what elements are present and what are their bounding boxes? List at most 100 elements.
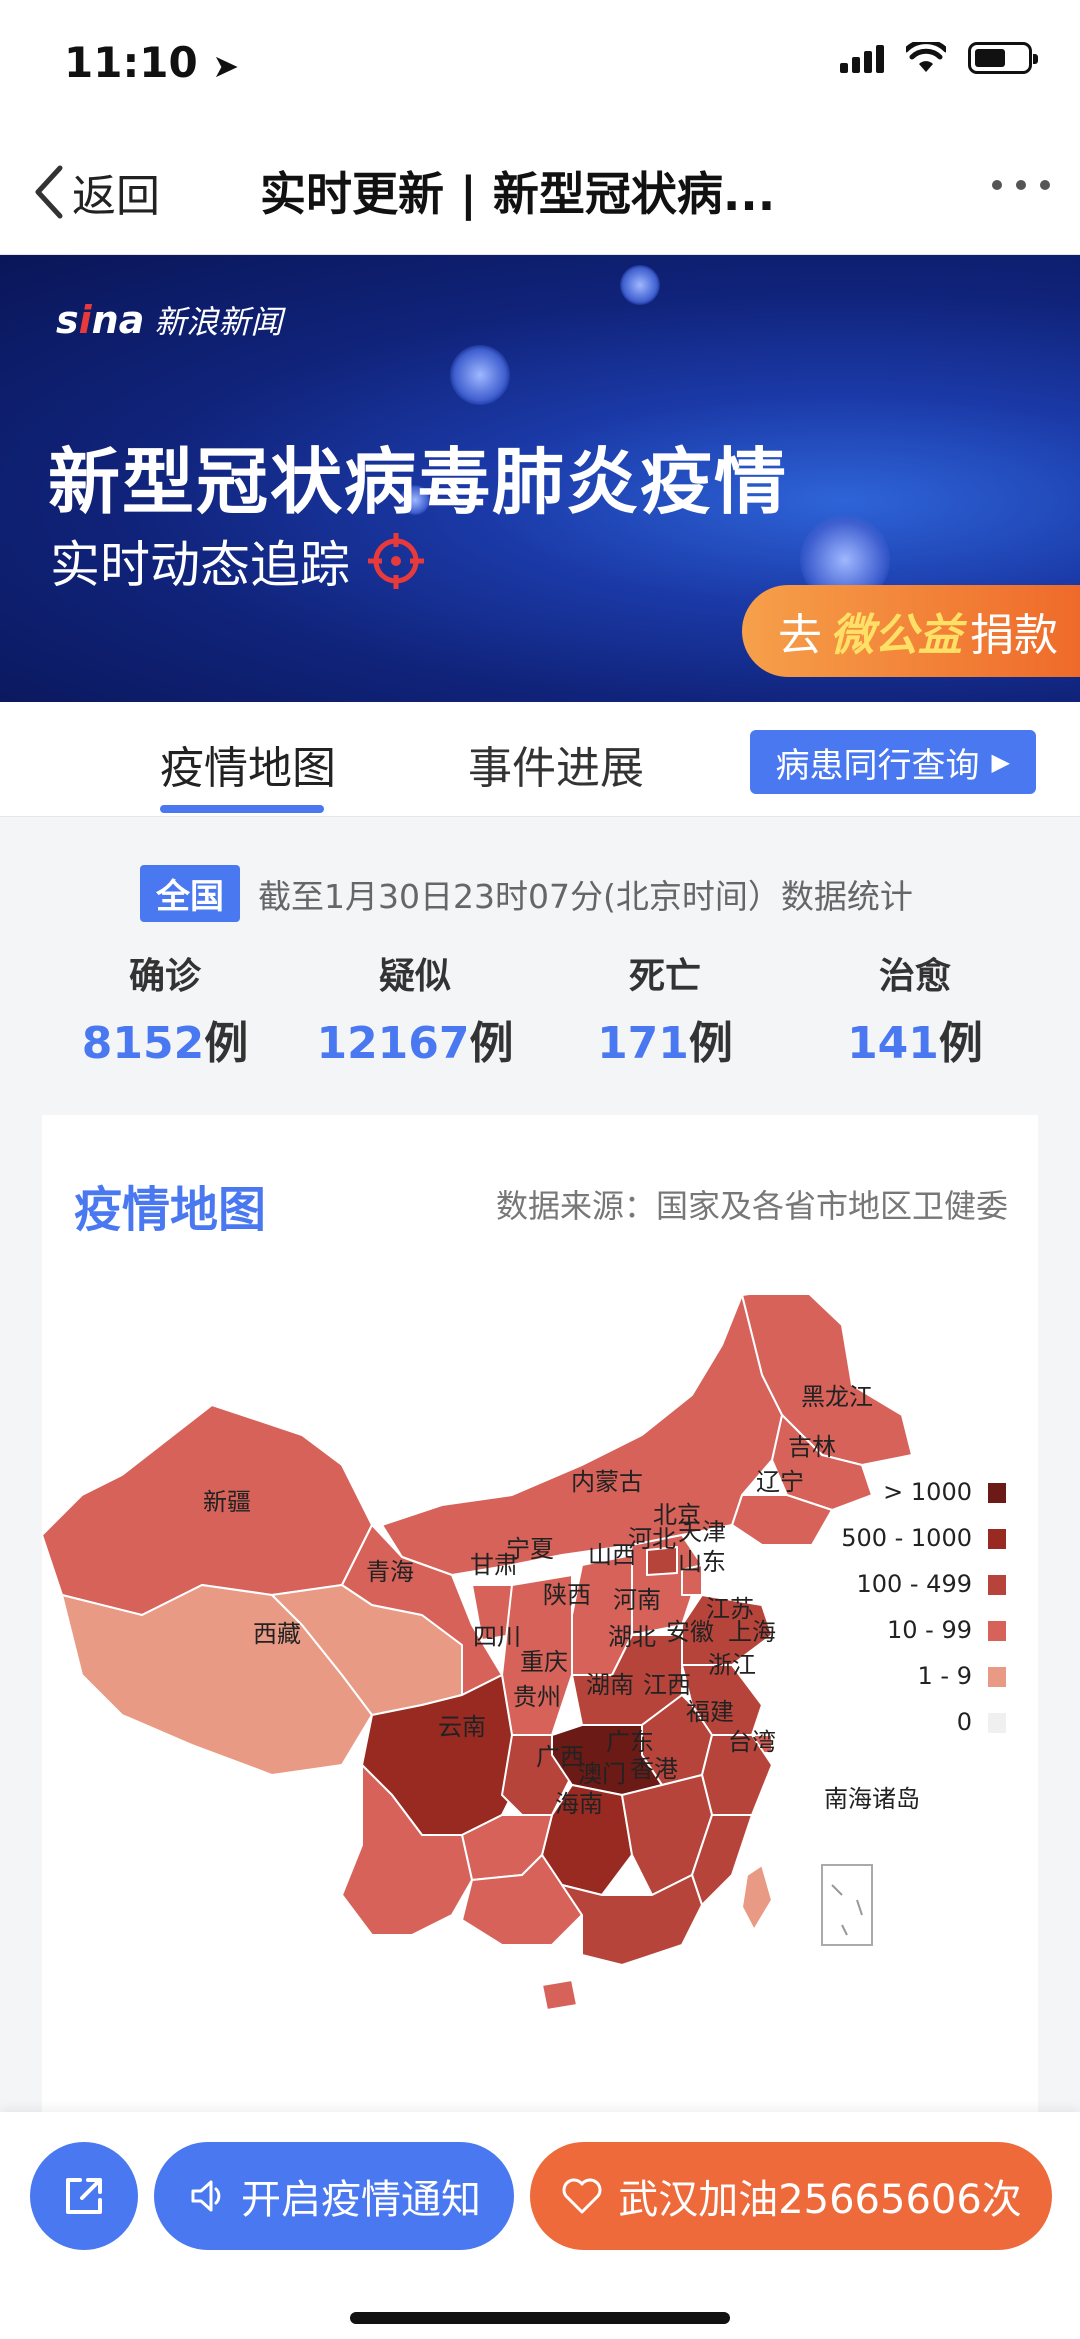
share-icon bbox=[66, 2178, 102, 2214]
nav-bar: 返回 实时更新 | 新型冠状病... bbox=[0, 130, 1080, 255]
banner-title: 新型冠状病毒肺炎疫情 bbox=[48, 440, 789, 524]
label-taiwan: 台湾 bbox=[728, 1728, 776, 1756]
scope-badge[interactable]: 全国 bbox=[140, 865, 240, 922]
legend-label: 0 bbox=[957, 1708, 972, 1736]
map-card: 疫情地图 数据来源：国家及各省市地区卫健委 黑龙江 吉林 辽宁 内蒙古 新疆 青… bbox=[42, 1115, 1038, 2115]
label-qinghai: 青海 bbox=[366, 1558, 414, 1586]
stats-section: 全国 截至1月30日23时07分(北京时间）数据统计 确诊 8152例 疑似 1… bbox=[0, 817, 1080, 1107]
stats-meta: 全国 截至1月30日23时07分(北京时间）数据统计 bbox=[140, 865, 913, 922]
more-icon[interactable] bbox=[992, 180, 1050, 190]
sina-logo-text: 新浪新闻 bbox=[154, 303, 283, 341]
legend-label: 10 - 99 bbox=[887, 1616, 972, 1644]
banner: sina 新浪新闻 新型冠状病毒肺炎疫情 实时动态追踪 去 微公益 捐款 bbox=[0, 255, 1080, 702]
region-taiwan[interactable] bbox=[741, 1864, 773, 1931]
nine-dash-line bbox=[831, 1884, 863, 1936]
legend-label: 500 - 1000 bbox=[841, 1524, 972, 1552]
status-bar: 11:10 ➤ bbox=[0, 0, 1080, 130]
legend-label: 100 - 499 bbox=[856, 1570, 972, 1598]
legend-swatch bbox=[988, 1529, 1006, 1549]
label-yunnan: 云南 bbox=[438, 1713, 486, 1741]
stat-unit: 例 bbox=[938, 1018, 983, 1069]
tab-bar: 疫情地图 事件进展 病患同行查询 ▶ bbox=[0, 702, 1080, 817]
page-title: 实时更新 | 新型冠状病... bbox=[260, 167, 776, 221]
stat-label: 治愈 bbox=[878, 956, 951, 997]
back-button[interactable]: 返回 bbox=[30, 160, 160, 224]
map-source: 数据来源：国家及各省市地区卫健委 bbox=[495, 1187, 1008, 1225]
battery-icon bbox=[968, 42, 1038, 74]
stat-label: 疑似 bbox=[378, 956, 451, 997]
stat-confirmed: 确诊 8152例 bbox=[35, 947, 295, 1071]
label-tianjin: 天津 bbox=[678, 1518, 726, 1546]
home-indicator bbox=[350, 2312, 730, 2324]
label-zhejiang: 浙江 bbox=[708, 1651, 756, 1679]
donate-button[interactable]: 去 微公益 捐款 bbox=[742, 585, 1080, 677]
label-neimenggu: 内蒙古 bbox=[571, 1468, 643, 1496]
legend-swatch bbox=[988, 1713, 1006, 1733]
patient-trip-query-button[interactable]: 病患同行查询 ▶ bbox=[749, 730, 1036, 794]
status-time: 11:10 ➤ bbox=[64, 38, 239, 87]
speaker-icon bbox=[191, 2180, 221, 2212]
cheer-label: 武汉加油25665606次 bbox=[618, 2177, 1022, 2223]
label-nanhai: 南海诸岛 bbox=[824, 1785, 920, 1813]
map-title: 疫情地图 bbox=[74, 1182, 267, 1238]
stat-number: 171 bbox=[597, 1018, 689, 1069]
label-hunan: 湖南 bbox=[586, 1671, 634, 1699]
stat-unit: 例 bbox=[469, 1018, 514, 1069]
label-henan: 河南 bbox=[613, 1586, 661, 1614]
patient-trip-query-label: 病患同行查询 bbox=[775, 745, 980, 786]
stat-suspected: 疑似 12167例 bbox=[285, 947, 545, 1071]
share-button[interactable] bbox=[30, 2142, 138, 2250]
label-anhui: 安徽 bbox=[666, 1618, 714, 1646]
status-icons bbox=[840, 42, 1038, 74]
label-ningxia: 宁夏 bbox=[506, 1535, 554, 1563]
label-chongqing: 重庆 bbox=[520, 1648, 568, 1676]
stat-value: 8152例 bbox=[35, 1007, 295, 1071]
map-section: 疫情地图 数据来源：国家及各省市地区卫健委 黑龙江 吉林 辽宁 内蒙古 新疆 青… bbox=[0, 1107, 1080, 2115]
label-xinjiang: 新疆 bbox=[203, 1488, 251, 1516]
heart-icon bbox=[562, 2178, 602, 2214]
stat-deaths: 死亡 171例 bbox=[535, 947, 795, 1071]
label-jilin: 吉林 bbox=[788, 1433, 836, 1461]
label-guangxi: 广西 bbox=[536, 1743, 584, 1771]
stat-label: 确诊 bbox=[128, 956, 201, 997]
label-jiangxi: 江西 bbox=[643, 1671, 691, 1699]
wifi-icon bbox=[906, 42, 946, 72]
stat-number: 12167 bbox=[316, 1018, 470, 1069]
back-label: 返回 bbox=[72, 171, 160, 222]
label-aomen: 澳门 bbox=[578, 1760, 626, 1788]
label-guizhou: 贵州 bbox=[513, 1683, 561, 1711]
cheer-wuhan-button[interactable]: 武汉加油25665606次 bbox=[530, 2142, 1052, 2250]
legend-label: > 1000 bbox=[883, 1478, 972, 1506]
legend-swatch bbox=[988, 1667, 1006, 1687]
status-time-text: 11:10 bbox=[64, 38, 198, 87]
tab-epidemic-map[interactable]: 疫情地图 bbox=[160, 732, 336, 796]
tab-event-progress[interactable]: 事件进展 bbox=[468, 732, 644, 796]
enable-notifications-button[interactable]: 开启疫情通知 bbox=[154, 2142, 514, 2250]
label-xizang: 西藏 bbox=[253, 1620, 301, 1648]
cellular-signal-icon bbox=[840, 43, 884, 73]
stats-date: 截至1月30日23时07分(北京时间）数据统计 bbox=[258, 876, 913, 916]
stat-unit: 例 bbox=[204, 1018, 249, 1069]
legend-label: 1 - 9 bbox=[918, 1662, 972, 1690]
label-heilongjiang: 黑龙江 bbox=[801, 1383, 873, 1411]
region-hainan[interactable] bbox=[541, 1979, 578, 2011]
triangle-right-icon: ▶ bbox=[991, 748, 1010, 776]
donate-suffix: 捐款 bbox=[970, 610, 1058, 661]
label-shaanxi: 陕西 bbox=[543, 1581, 591, 1609]
label-hubei: 湖北 bbox=[608, 1623, 656, 1651]
bottom-action-bar: 开启疫情通知 武汉加油25665606次 bbox=[0, 2112, 1080, 2339]
stat-number: 8152 bbox=[81, 1018, 205, 1069]
stat-value: 171例 bbox=[535, 1007, 795, 1071]
label-sichuan: 四川 bbox=[473, 1623, 521, 1651]
sina-logo-mark: sina bbox=[56, 298, 145, 342]
sina-logo: sina 新浪新闻 bbox=[56, 297, 282, 343]
banner-subtitle: 实时动态追踪 bbox=[50, 525, 424, 597]
chevron-left-icon bbox=[35, 165, 63, 219]
china-map[interactable]: 黑龙江 吉林 辽宁 内蒙古 新疆 青海 西藏 甘肃 宁夏 北京 天津 河北 山西… bbox=[42, 1295, 1038, 2015]
notify-label: 开启疫情通知 bbox=[241, 2177, 481, 2223]
donate-brand: 微公益 bbox=[830, 610, 962, 661]
tab-active-indicator bbox=[160, 805, 324, 813]
stat-number: 141 bbox=[847, 1018, 939, 1069]
stat-label: 死亡 bbox=[628, 956, 701, 997]
stat-unit: 例 bbox=[688, 1018, 733, 1069]
